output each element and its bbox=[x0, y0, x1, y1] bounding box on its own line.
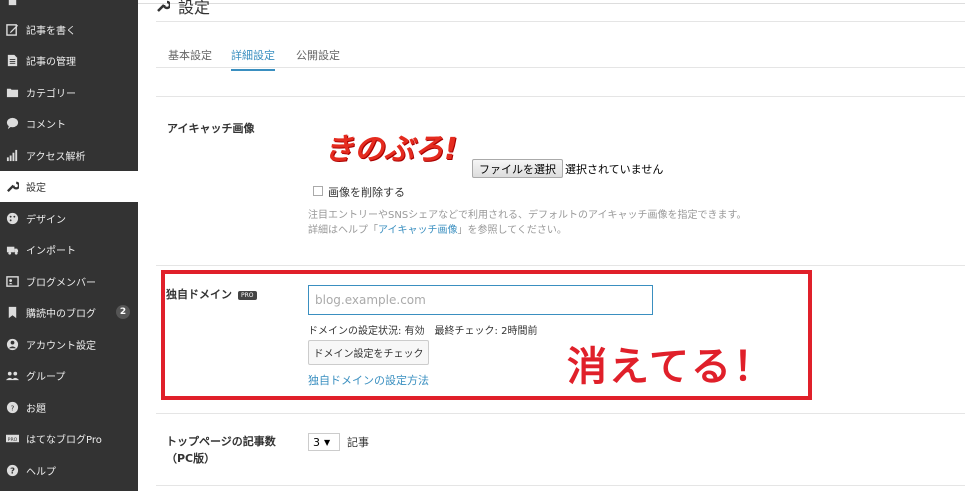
topic-icon: ? bbox=[0, 401, 24, 414]
sidebar-item-design[interactable]: デザイン bbox=[0, 203, 138, 234]
top-page-count-sublabel: （PC版） bbox=[166, 452, 216, 465]
help-icon: ? bbox=[0, 464, 24, 477]
sidebar-item-label: グループ bbox=[26, 372, 66, 383]
sidebar-item-label: ヘルプ bbox=[26, 467, 56, 478]
palette-icon bbox=[0, 212, 24, 225]
sidebar-item-subscriptions[interactable]: 購読中のブログ 2 bbox=[0, 297, 138, 328]
annotation-text: 消えてる！ bbox=[567, 344, 775, 390]
delete-image-label: 画像を削除する bbox=[328, 186, 405, 199]
sidebar-item-label: 記事の管理 bbox=[26, 57, 76, 68]
truck-icon bbox=[0, 243, 24, 256]
tab-publish-settings[interactable]: 公開設定 bbox=[296, 47, 340, 69]
delete-image-checkbox[interactable] bbox=[313, 186, 323, 196]
sidebar-item-label: ブログメンバー bbox=[26, 278, 96, 289]
sidebar-item-label: 購読中のブログ bbox=[26, 309, 96, 320]
section-divider bbox=[156, 485, 965, 486]
sidebar-item-help[interactable]: ? ヘルプ bbox=[0, 455, 138, 486]
comment-icon bbox=[0, 117, 24, 130]
document-icon bbox=[0, 54, 24, 67]
eyecatch-help-link[interactable]: アイキャッチ画像 bbox=[378, 225, 458, 236]
sidebar-item-comment[interactable]: コメント bbox=[0, 108, 138, 139]
subscription-count-badge: 2 bbox=[116, 305, 130, 319]
sidebar-item-write[interactable]: 記事を書く bbox=[0, 14, 138, 45]
sidebar-item-pro[interactable]: PRO はてなブログPro bbox=[0, 423, 138, 454]
sidebar: 記事を書く 記事の管理 カテゴリー コメント アクセス解析 設定 デザイン イン… bbox=[0, 0, 138, 491]
svg-text:PRO: PRO bbox=[7, 437, 17, 443]
wrench-icon bbox=[157, 0, 170, 12]
pencil-icon bbox=[0, 23, 24, 36]
sidebar-item-settings[interactable]: 設定 bbox=[0, 171, 138, 202]
sidebar-item-manage[interactable]: 記事の管理 bbox=[0, 45, 138, 76]
sidebar-item-analytics[interactable]: アクセス解析 bbox=[0, 140, 138, 171]
title-divider bbox=[156, 21, 965, 22]
sidebar-item-label: はてなブログPro bbox=[26, 435, 102, 446]
sidebar-item-label: アカウント設定 bbox=[26, 341, 96, 352]
account-icon bbox=[0, 338, 24, 351]
page-title: 設定 bbox=[156, 0, 210, 18]
sidebar-item-category[interactable]: カテゴリー bbox=[0, 77, 138, 108]
eyecatch-preview-logo: きのぶろ! bbox=[324, 132, 458, 167]
tabs-divider bbox=[156, 67, 965, 68]
sidebar-item-label: アクセス解析 bbox=[26, 152, 86, 163]
sidebar-item-members[interactable]: ブログメンバー bbox=[0, 266, 138, 297]
top-divider bbox=[138, 3, 965, 4]
bookmark-icon bbox=[0, 306, 24, 319]
members-icon bbox=[0, 275, 24, 288]
sidebar-item-group[interactable]: グループ bbox=[0, 360, 138, 391]
tab-basic-settings[interactable]: 基本設定 bbox=[168, 47, 212, 69]
chevron-down-icon: ▼ bbox=[324, 437, 331, 447]
eyecatch-help-link-line: 詳細はヘルプ「アイキャッチ画像」を参照してください。 bbox=[308, 225, 567, 236]
section-divider bbox=[156, 96, 965, 97]
group-icon bbox=[0, 369, 24, 382]
sidebar-item-account[interactable]: アカウント設定 bbox=[0, 329, 138, 360]
top-page-count-label: トップページの記事数 bbox=[166, 435, 276, 448]
sidebar-item-label: インポート bbox=[26, 246, 76, 257]
sidebar-item-label: デザイン bbox=[26, 215, 66, 226]
home-icon bbox=[0, 0, 24, 6]
sidebar-item-home[interactable] bbox=[0, 0, 138, 15]
section-divider bbox=[156, 265, 965, 266]
sidebar-item-label: 記事を書く bbox=[26, 26, 76, 37]
folder-icon bbox=[0, 86, 24, 99]
svg-text:?: ? bbox=[10, 465, 15, 475]
section-divider bbox=[156, 413, 965, 414]
svg-text:?: ? bbox=[10, 403, 14, 412]
file-status-text: 選択されていません bbox=[565, 163, 664, 176]
sidebar-item-label: カテゴリー bbox=[26, 89, 76, 100]
eyecatch-label: アイキャッチ画像 bbox=[167, 122, 255, 135]
file-select-button[interactable]: ファイルを選択 bbox=[472, 159, 563, 178]
chart-icon bbox=[0, 149, 24, 162]
article-count-select[interactable]: 3 ▼ bbox=[308, 433, 340, 451]
sidebar-item-label: 設定 bbox=[26, 183, 46, 194]
article-count-unit: 記事 bbox=[347, 436, 369, 449]
pro-icon: PRO bbox=[0, 432, 24, 445]
main-content: 設定 基本設定 詳細設定 公開設定 アイキャッチ画像 きのぶろ! ファイルを選択… bbox=[138, 0, 965, 491]
sidebar-item-label: お題 bbox=[26, 404, 46, 415]
sidebar-item-label: コメント bbox=[26, 120, 66, 131]
wrench-icon bbox=[0, 180, 24, 193]
sidebar-item-topics[interactable]: ? お題 bbox=[0, 392, 138, 423]
sidebar-item-import[interactable]: インポート bbox=[0, 234, 138, 265]
eyecatch-help-text: 注目エントリーやSNSシェアなどで利用される、デフォルトのアイキャッチ画像を指定… bbox=[308, 210, 747, 221]
